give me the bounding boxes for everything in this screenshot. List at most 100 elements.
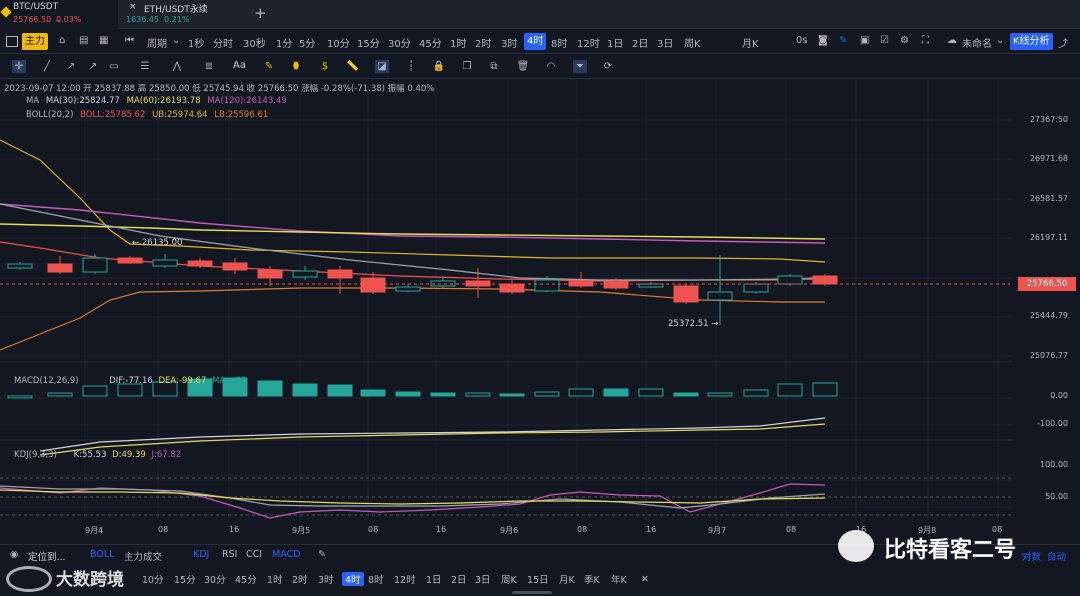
interval-11[interactable]: 3时 bbox=[501, 35, 517, 50]
interval-18[interactable]: 周K bbox=[684, 35, 701, 50]
bottom-interval-16[interactable]: 季K bbox=[584, 572, 600, 586]
trash-icon[interactable]: 🗑 bbox=[516, 60, 530, 73]
interval-12[interactable]: 4时 bbox=[524, 33, 547, 50]
crosshair-icon[interactable]: ✛ bbox=[12, 60, 26, 73]
log-scale-toggle[interactable]: 对数 bbox=[1022, 549, 1041, 563]
macd-toggle[interactable]: MACD bbox=[272, 549, 300, 560]
locate-icon[interactable]: ◉ bbox=[10, 549, 18, 560]
cloud-icon[interactable]: ☁ bbox=[947, 35, 957, 46]
interval-19[interactable]: 月K bbox=[742, 35, 759, 50]
price-chart[interactable] bbox=[0, 80, 1080, 544]
bottom-interval-2[interactable]: 30分 bbox=[204, 572, 226, 586]
filter-icon[interactable]: ⏷ bbox=[573, 60, 587, 73]
cci-toggle[interactable]: CCI bbox=[246, 549, 262, 560]
fullscreen-icon[interactable]: ⛶ bbox=[922, 35, 929, 46]
interval-16[interactable]: 2日 bbox=[632, 35, 648, 50]
checklist-icon[interactable]: ☑ bbox=[880, 35, 889, 46]
layout-icon[interactable] bbox=[6, 36, 18, 47]
bottom-interval-6[interactable]: 3时 bbox=[318, 572, 334, 586]
link-icon[interactable]: ⧉ bbox=[487, 60, 501, 73]
lock-icon[interactable]: 🔒 bbox=[432, 60, 446, 73]
kline-analysis-button[interactable]: K线分析 bbox=[1010, 33, 1053, 50]
magnet-icon[interactable]: ◠ bbox=[544, 60, 558, 73]
bottom-interval-4[interactable]: 1时 bbox=[267, 572, 283, 586]
sync-icon[interactable]: ⟳ bbox=[601, 60, 615, 73]
chevron-down-icon[interactable]: ⌄ bbox=[172, 35, 180, 46]
interval-1[interactable]: 分时 bbox=[213, 35, 233, 50]
bottom-interval-9[interactable]: 12时 bbox=[394, 572, 416, 586]
bottom-interval-0[interactable]: 10分 bbox=[142, 572, 164, 586]
rewind-icon[interactable]: ⏮ bbox=[125, 35, 134, 46]
scrollbar[interactable] bbox=[512, 591, 552, 594]
pattern-icon[interactable]: ⋀ bbox=[170, 60, 184, 73]
bottom-interval-15[interactable]: 月K bbox=[559, 572, 575, 586]
print-icon[interactable]: ▤ bbox=[79, 35, 88, 46]
interval-9[interactable]: 1时 bbox=[450, 35, 466, 50]
bottom-interval-17[interactable]: 年K bbox=[611, 572, 627, 586]
interval-13[interactable]: 8时 bbox=[551, 35, 567, 50]
main-volume-toggle[interactable]: 主力成交 bbox=[124, 549, 162, 563]
trend-line-icon[interactable]: ╱ bbox=[40, 60, 54, 73]
bottom-interval-12[interactable]: 3日 bbox=[475, 572, 491, 586]
layout-name[interactable]: 未命名 bbox=[962, 35, 992, 50]
settings-icon[interactable]: ⚙ bbox=[900, 35, 909, 46]
bottom-interval-13[interactable]: 周K bbox=[501, 572, 517, 586]
bars-icon[interactable]: ┆ bbox=[404, 60, 418, 73]
measure-icon[interactable]: ◪ bbox=[375, 60, 389, 73]
auto-scale-toggle[interactable]: 自动 bbox=[1047, 549, 1066, 563]
bottom-interval-3[interactable]: 45分 bbox=[235, 572, 257, 586]
interval-3[interactable]: 1分 bbox=[276, 35, 292, 50]
bottom-interval-5[interactable]: 2时 bbox=[292, 572, 308, 586]
image-icon[interactable]: ▣ bbox=[860, 35, 869, 46]
text-tool-icon[interactable]: Aa bbox=[233, 60, 246, 71]
period-label[interactable]: 周期 bbox=[147, 35, 167, 50]
interval-2[interactable]: 30秒 bbox=[243, 35, 266, 50]
arrow-line-icon[interactable]: ↗ bbox=[86, 60, 100, 73]
interval-14[interactable]: 12时 bbox=[577, 35, 600, 50]
rectangle-icon[interactable]: ▭ bbox=[107, 60, 121, 73]
close-icon[interactable]: ✕ bbox=[641, 574, 649, 585]
calendar-icon[interactable]: ▦ bbox=[99, 35, 108, 46]
ruler-icon[interactable]: 📏 bbox=[346, 60, 360, 73]
bottom-interval-8[interactable]: 8时 bbox=[368, 572, 384, 586]
boll-label: BOLL(20,2) bbox=[26, 110, 74, 120]
bottom-interval-10[interactable]: 1日 bbox=[426, 572, 442, 586]
interval-6[interactable]: 15分 bbox=[357, 35, 380, 50]
rsi-toggle[interactable]: RSI bbox=[222, 549, 237, 560]
locate-button[interactable]: 定位到... bbox=[28, 549, 66, 563]
ray-icon[interactable]: ↗ bbox=[64, 60, 78, 73]
camera-icon[interactable]: ◙ bbox=[818, 35, 828, 46]
interval-8[interactable]: 45分 bbox=[419, 35, 442, 50]
copy-icon[interactable]: ❐ bbox=[460, 60, 474, 73]
interval-17[interactable]: 3日 bbox=[657, 35, 673, 50]
interval-15[interactable]: 1日 bbox=[607, 35, 623, 50]
home-icon[interactable]: ⌂ bbox=[59, 35, 65, 46]
add-tab-icon[interactable]: + bbox=[254, 4, 267, 22]
interval-0[interactable]: 1秒 bbox=[188, 35, 204, 50]
horizontal-lines-icon[interactable]: ☰ bbox=[138, 60, 152, 73]
kdj-toggle[interactable]: KDJ bbox=[193, 549, 209, 560]
edit-indicators-icon[interactable]: ✎ bbox=[318, 549, 326, 560]
bottom-interval-14[interactable]: 15日 bbox=[527, 572, 549, 586]
close-icon[interactable]: × bbox=[129, 2, 137, 12]
zero-s[interactable]: 0s bbox=[796, 35, 808, 46]
brush-icon[interactable]: ⬮ bbox=[289, 60, 303, 73]
interval-10[interactable]: 2时 bbox=[475, 35, 491, 50]
candle-body bbox=[292, 270, 318, 278]
edit-icon[interactable]: ✎ bbox=[839, 35, 847, 46]
coin-icon[interactable]: $ bbox=[318, 60, 332, 73]
fib-icon[interactable]: ≣ bbox=[202, 60, 216, 73]
interval-7[interactable]: 30分 bbox=[388, 35, 411, 50]
main-indicator-button[interactable]: 主力 bbox=[22, 33, 48, 50]
bottom-interval-11[interactable]: 2日 bbox=[451, 572, 467, 586]
bottom-interval-7[interactable]: 4时 bbox=[342, 572, 364, 586]
chevron-down-icon[interactable]: ⌄ bbox=[996, 35, 1004, 46]
tab-eth-usdt[interactable]: × ETH/USDT永续 1636.45 0.21% bbox=[119, 0, 239, 29]
highlighter-icon[interactable]: ✎ bbox=[262, 60, 276, 73]
bottom-interval-1[interactable]: 15分 bbox=[174, 572, 196, 586]
share-icon[interactable]: ⤴ bbox=[1058, 35, 1068, 50]
interval-5[interactable]: 10分 bbox=[327, 35, 350, 50]
tab-btc-usdt[interactable]: BTC/USDT 25766.50 0.03% bbox=[0, 0, 118, 29]
interval-4[interactable]: 5分 bbox=[299, 35, 315, 50]
boll-toggle[interactable]: BOLL bbox=[90, 549, 114, 560]
